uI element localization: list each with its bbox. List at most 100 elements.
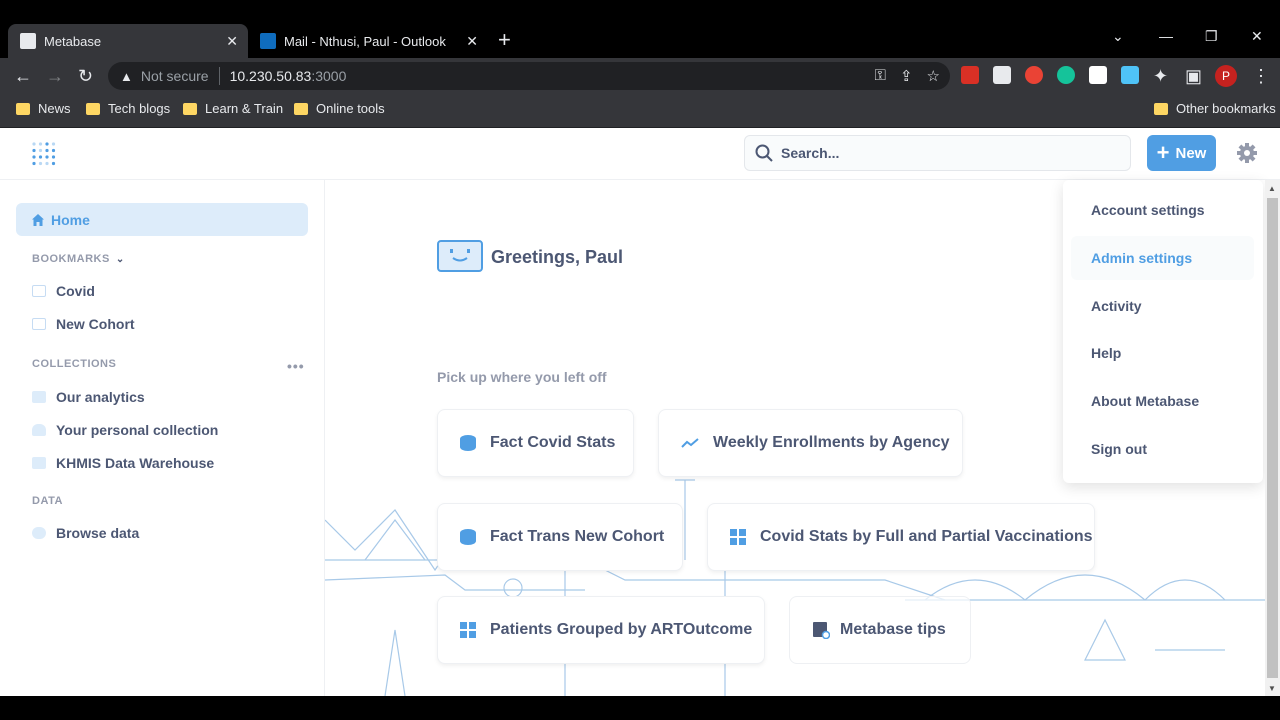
folder-icon [32,457,46,469]
bookmark-tech-blogs[interactable]: Tech blogs [86,101,170,116]
tab-metabase[interactable]: Metabase ✕ [8,24,248,58]
address-bar[interactable]: ▲ Not secure 10.230.50.83 :3000 ⚿ ⇪ ☆ [108,62,950,90]
bookmarks-bar: News Tech blogs Learn & Train Online too… [0,94,1280,128]
sidebar-item-browse-data[interactable]: Browse data [32,525,139,541]
sidebar: Home BOOKMARKS ⌄ Covid New Cohort COLLEC… [0,180,325,696]
url-host: 10.230.50.83 [229,68,312,84]
bookmarks-header[interactable]: BOOKMARKS ⌄ [32,253,125,265]
card-title: Patients Grouped by ARTOutcome [490,621,753,638]
more-options-icon[interactable]: ••• [287,358,305,374]
chevron-down-icon: ⌄ [115,253,125,265]
folder-icon [32,391,46,403]
card-title: Fact Trans New Cohort [490,528,665,545]
menu-item-about-metabase[interactable]: About Metabase [1071,379,1254,423]
section-label: BOOKMARKS [32,253,110,265]
extension-notion-icon[interactable] [1089,66,1107,84]
card-title: Covid Stats by Full and Partial Vaccinat… [760,528,1093,545]
close-icon[interactable]: ✕ [226,33,238,50]
close-icon[interactable]: ✕ [466,33,478,50]
metabase-favicon-icon [20,33,36,49]
menu-item-sign-out[interactable]: Sign out [1071,427,1254,471]
database-icon [460,529,476,545]
forward-icon[interactable]: → [46,66,64,86]
sidebar-item-our-analytics[interactable]: Our analytics [32,389,145,405]
sidebar-item-personal-collection[interactable]: Your personal collection [32,422,218,438]
close-window-icon[interactable]: ✕ [1251,28,1263,45]
menu-item-help[interactable]: Help [1071,331,1254,375]
star-icon[interactable]: ☆ [927,67,940,85]
dashboard-icon [32,285,46,297]
bookmark-label: News [38,101,71,116]
search-placeholder: Search... [781,145,840,161]
avatar[interactable]: P [1215,65,1237,87]
menu-item-label: Sign out [1091,441,1147,457]
tab-outlook[interactable]: Mail - Nthusi, Paul - Outlook ✕ [248,24,488,58]
menu-item-account-settings[interactable]: Account settings [1071,188,1254,232]
metabase-logo-icon[interactable] [31,141,57,167]
scrollbar[interactable]: ▲ ▼ [1265,180,1280,696]
new-tab-icon[interactable]: + [498,29,511,51]
bookmark-online-tools[interactable]: Online tools [294,101,385,116]
bookmark-label: Other bookmarks [1176,101,1276,116]
key-icon[interactable]: ⚿ [875,67,886,85]
settings-dropdown-menu: Account settings Admin settings Activity… [1063,180,1263,483]
search-input[interactable]: Search... [744,135,1131,171]
extension-lastpass-icon[interactable] [961,66,979,84]
folder-icon [86,102,100,115]
extension-adblock-icon[interactable] [1025,66,1043,84]
recent-card-patients-artoutcome[interactable]: Patients Grouped by ARTOutcome [437,596,765,664]
share-icon[interactable]: ⇪ [900,67,913,85]
bookmark-learn-train[interactable]: Learn & Train [183,101,283,116]
restore-icon[interactable]: ❐ [1205,28,1218,45]
table-icon [730,529,746,545]
bookmark-label: Tech blogs [108,101,171,116]
menu-kebab-icon[interactable]: ⋮ [1252,66,1270,86]
recent-card-fact-trans-new-cohort[interactable]: Fact Trans New Cohort [437,503,683,571]
data-header: DATA [32,495,63,507]
plus-icon: + [1156,140,1170,165]
bookmark-news[interactable]: News [16,101,71,116]
browser-toolbar: ← → ↻ ▲ Not secure 10.230.50.83 :3000 ⚿ … [0,58,1280,94]
sidebar-item-label: KHMIS Data Warehouse [56,455,215,471]
folder-icon [1154,102,1168,115]
new-button[interactable]: + New [1147,135,1216,171]
database-icon [32,527,46,539]
menu-item-activity[interactable]: Activity [1071,284,1254,328]
url-port: :3000 [311,68,347,84]
extensions-icon[interactable]: ✦ [1153,66,1168,86]
menu-item-label: Account settings [1091,202,1205,218]
scroll-down-icon[interactable]: ▼ [1268,684,1276,693]
warning-icon: ▲ [120,68,133,84]
bookmark-other[interactable]: Other bookmarks [1154,101,1276,116]
recent-card-weekly-enrollments[interactable]: Weekly Enrollments by Agency [658,409,963,477]
database-icon [460,435,476,451]
side-panel-icon[interactable]: ▣ [1185,66,1202,86]
dashboard-icon [32,318,46,330]
sidebar-item-home[interactable]: Home [16,203,308,236]
metabot-icon [437,240,483,272]
metabase-tips-card[interactable]: Metabase tips [789,596,971,664]
scrollbar-thumb[interactable] [1267,198,1278,678]
browser-chrome: Metabase ✕ Mail - Nthusi, Paul - Outlook… [0,0,1280,128]
table-icon [460,622,476,638]
bottom-bar [0,696,1280,720]
sidebar-item-covid[interactable]: Covid [32,283,95,299]
scroll-up-icon[interactable]: ▲ [1268,184,1276,193]
extension-grammarly-icon[interactable] [1057,66,1075,84]
bookmark-label: Learn & Train [205,101,284,116]
back-icon[interactable]: ← [14,66,32,86]
recent-card-fact-covid-stats[interactable]: Fact Covid Stats [437,409,634,477]
gear-icon[interactable] [1236,142,1258,164]
section-label: COLLECTIONS [32,358,117,370]
tab-search-icon[interactable]: ⌄ [1112,28,1124,45]
menu-item-admin-settings[interactable]: Admin settings [1071,236,1254,280]
extension-puzzle-plus-icon[interactable] [993,66,1011,84]
recent-card-covid-vaccinations[interactable]: Covid Stats by Full and Partial Vaccinat… [707,503,1095,571]
minimize-icon[interactable]: — [1159,28,1173,44]
section-label: DATA [32,495,63,507]
sidebar-item-new-cohort[interactable]: New Cohort [32,316,135,332]
extension-translate-icon[interactable] [1121,66,1139,84]
reload-icon[interactable]: ↻ [78,66,93,86]
outlook-favicon-icon [260,33,276,49]
sidebar-item-khmis[interactable]: KHMIS Data Warehouse [32,455,214,471]
